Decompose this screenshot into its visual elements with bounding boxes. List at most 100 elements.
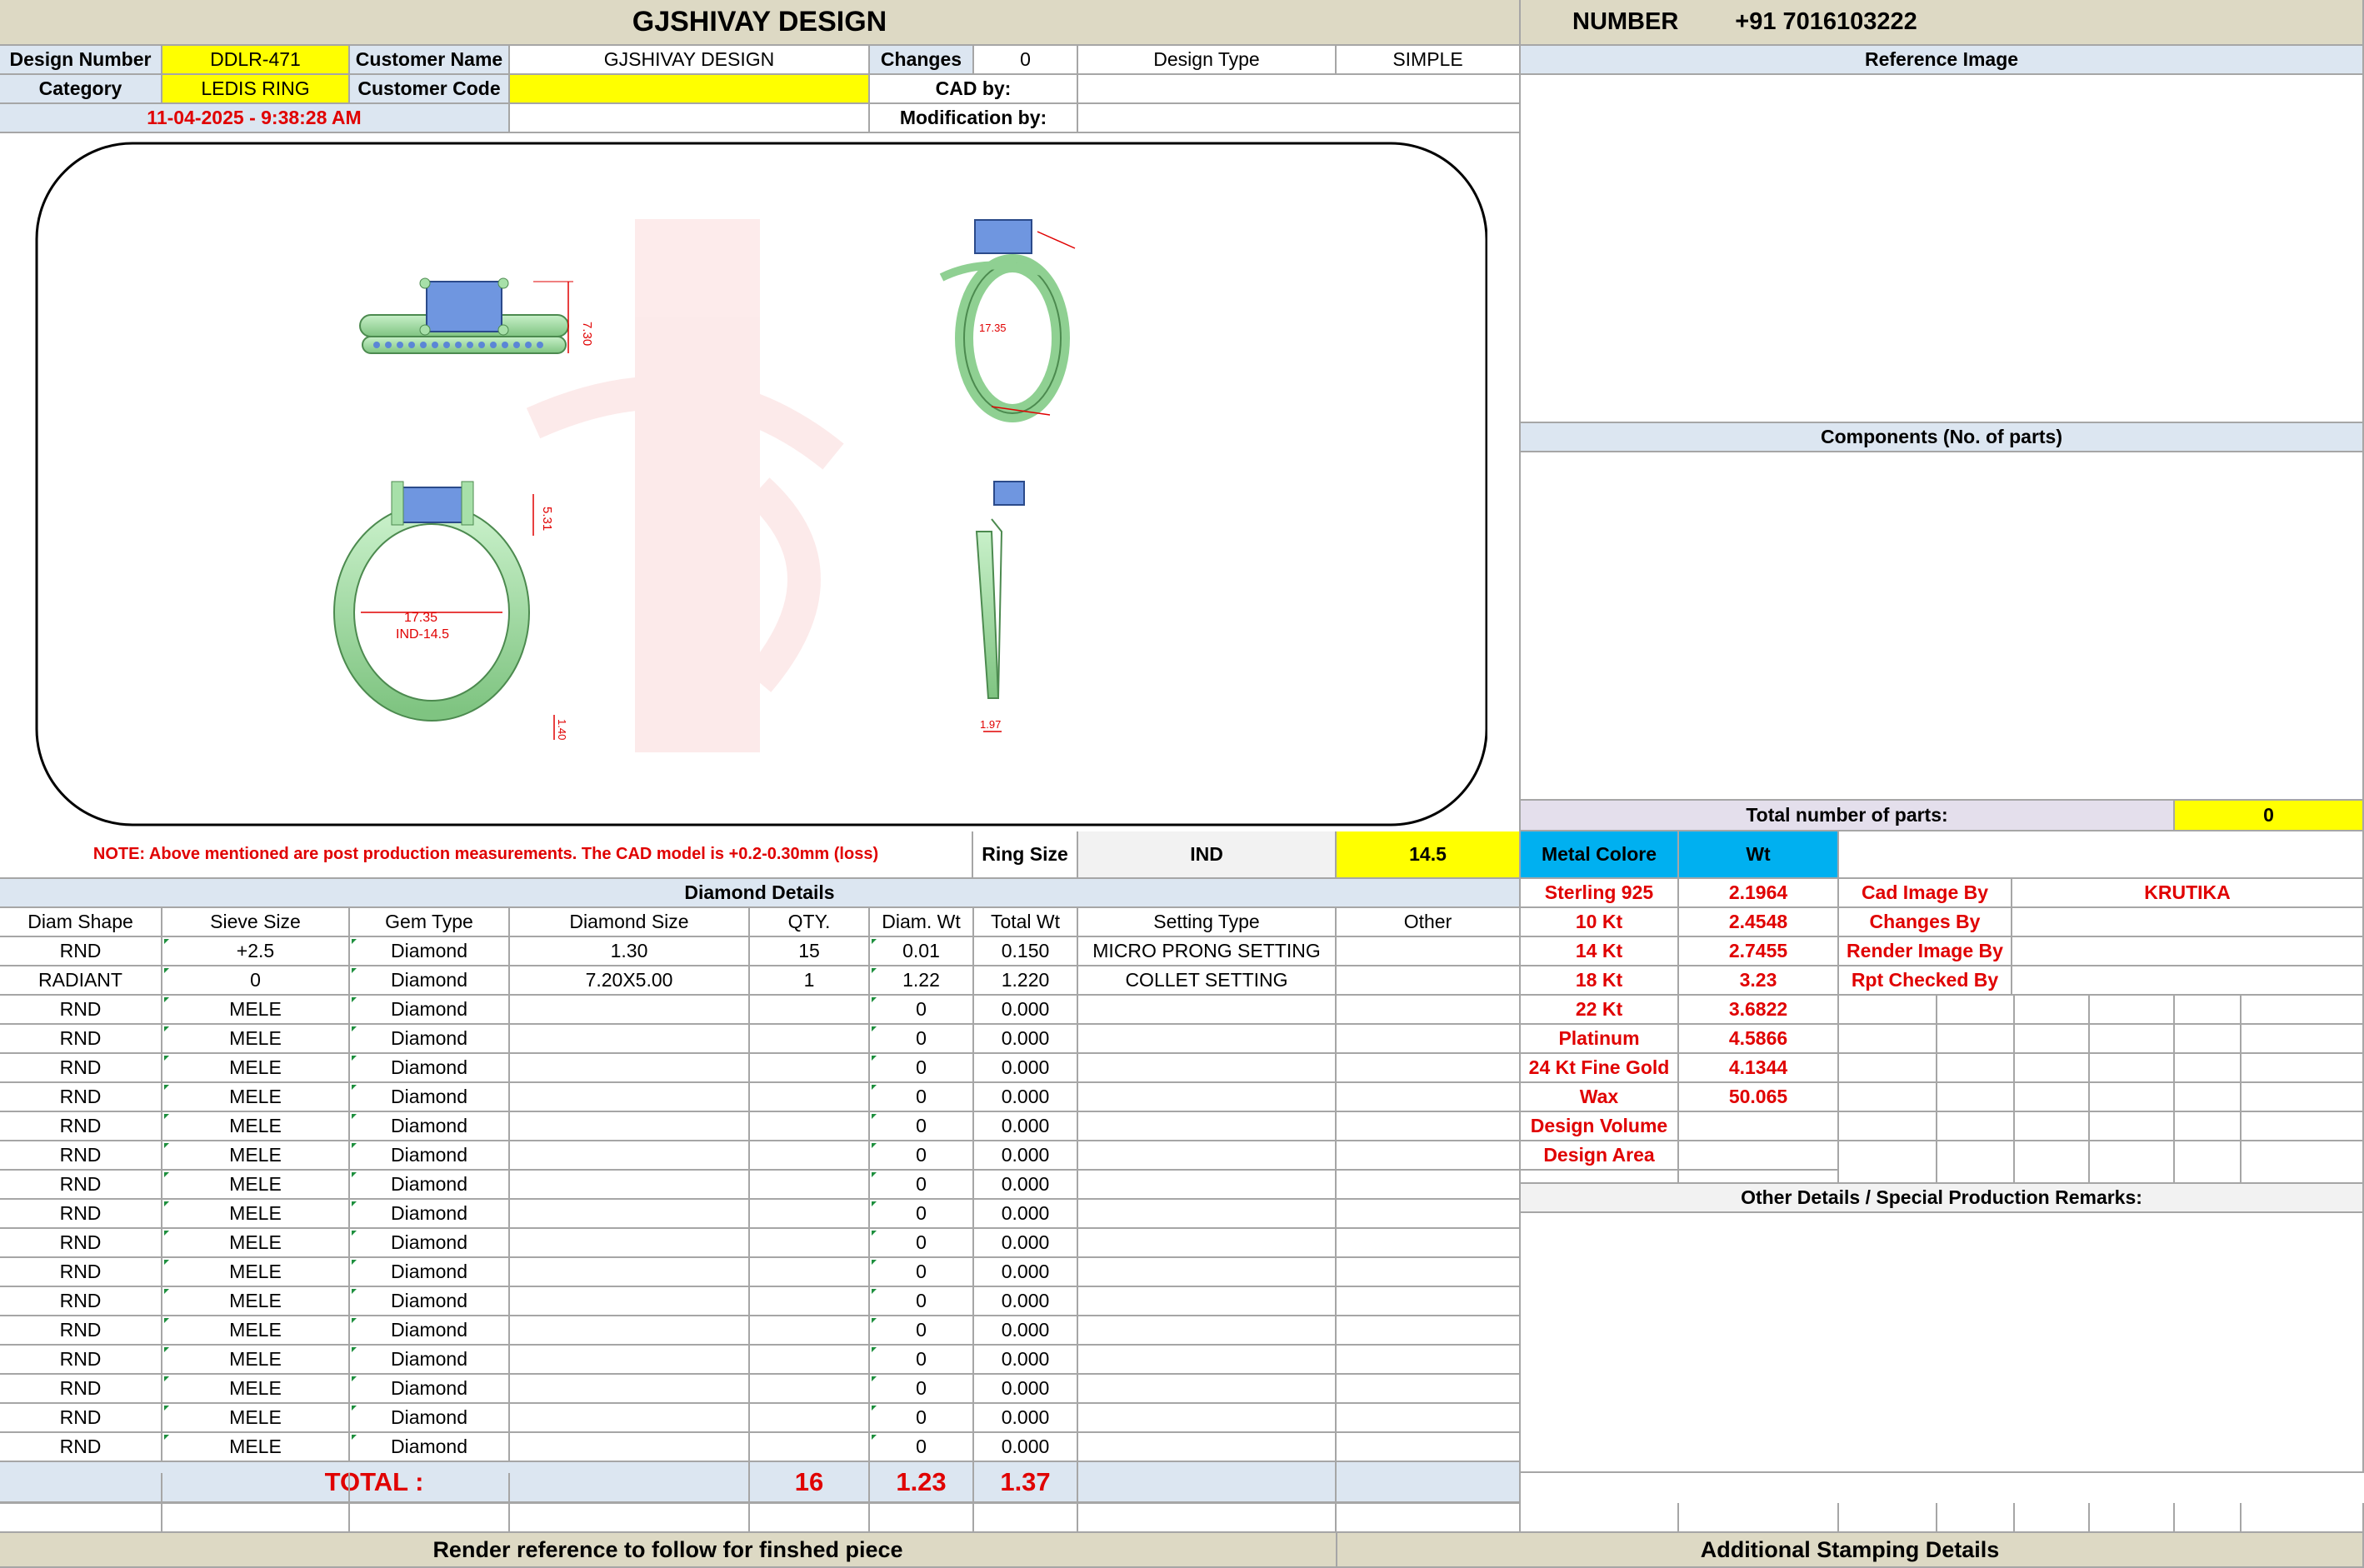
diamond-cell[interactable]: [1078, 1287, 1337, 1316]
grid-cell[interactable]: [1839, 1054, 1937, 1083]
diamond-cell[interactable]: [1078, 1200, 1337, 1229]
diamond-cell[interactable]: [750, 1316, 870, 1346]
diamond-cell[interactable]: 15: [750, 937, 870, 966]
diamond-cell[interactable]: [1078, 1025, 1337, 1054]
diamond-cell[interactable]: RND: [0, 1141, 162, 1171]
grid-cell[interactable]: [1839, 1112, 1937, 1141]
diamond-cell[interactable]: [510, 1346, 750, 1375]
diamond-cell[interactable]: [750, 1433, 870, 1462]
diamond-cell[interactable]: Diamond: [350, 1025, 510, 1054]
diamond-cell[interactable]: [510, 1025, 750, 1054]
diamond-cell[interactable]: RND: [0, 1171, 162, 1200]
diamond-cell[interactable]: MELE: [162, 1404, 350, 1433]
diamond-cell[interactable]: Diamond: [350, 1375, 510, 1404]
diamond-cell[interactable]: [510, 1141, 750, 1171]
diamond-cell[interactable]: 0: [870, 1287, 974, 1316]
grid-cell[interactable]: [2015, 1141, 2090, 1184]
diamond-cell[interactable]: 0: [870, 1404, 974, 1433]
grid-cell[interactable]: [1937, 1025, 2015, 1054]
diamond-cell[interactable]: [1337, 1200, 1521, 1229]
grid-cell[interactable]: [2175, 1141, 2242, 1184]
diamond-cell[interactable]: Diamond: [350, 1112, 510, 1141]
diamond-cell[interactable]: MELE: [162, 1316, 350, 1346]
diamond-cell[interactable]: [750, 1200, 870, 1229]
diamond-cell[interactable]: [1337, 1083, 1521, 1112]
diamond-cell[interactable]: 0.000: [974, 1229, 1078, 1258]
diamond-cell[interactable]: 0: [870, 1229, 974, 1258]
diamond-cell[interactable]: [1337, 1346, 1521, 1375]
diamond-cell[interactable]: [510, 1171, 750, 1200]
changes-value[interactable]: 0: [974, 46, 1078, 75]
metal-weight[interactable]: 4.5866: [1679, 1025, 1839, 1054]
modification-by-value[interactable]: [1078, 104, 1521, 133]
diamond-cell[interactable]: 0.000: [974, 1083, 1078, 1112]
diamond-cell[interactable]: [510, 1112, 750, 1141]
diamond-cell[interactable]: 0: [870, 996, 974, 1025]
metal-weight[interactable]: 2.1964: [1679, 879, 1839, 908]
metal-weight[interactable]: 3.6822: [1679, 996, 1839, 1025]
diamond-cell[interactable]: MELE: [162, 1258, 350, 1287]
diamond-cell[interactable]: MICRO PRONG SETTING: [1078, 937, 1337, 966]
diamond-cell[interactable]: 0: [870, 1054, 974, 1083]
diamond-cell[interactable]: [510, 1200, 750, 1229]
diamond-cell[interactable]: [750, 1346, 870, 1375]
design-number-value[interactable]: DDLR-471: [162, 46, 350, 75]
diamond-cell[interactable]: 0.01: [870, 937, 974, 966]
customer-code-value[interactable]: [510, 75, 870, 104]
diamond-cell[interactable]: 7.20X5.00: [510, 966, 750, 996]
diamond-cell[interactable]: [1337, 966, 1521, 996]
credit-value[interactable]: [2012, 937, 2364, 966]
diamond-cell[interactable]: [1337, 1433, 1521, 1462]
diamond-cell[interactable]: [1078, 1316, 1337, 1346]
diamond-cell[interactable]: [750, 1083, 870, 1112]
diamond-cell[interactable]: MELE: [162, 1171, 350, 1200]
diamond-cell[interactable]: MELE: [162, 1083, 350, 1112]
diamond-cell[interactable]: Diamond: [350, 1229, 510, 1258]
diamond-cell[interactable]: Diamond: [350, 937, 510, 966]
diamond-cell[interactable]: 1.22: [870, 966, 974, 996]
customer-name-value[interactable]: GJSHIVAY DESIGN: [510, 46, 870, 75]
diamond-cell[interactable]: [510, 1258, 750, 1287]
diamond-cell[interactable]: [1078, 1141, 1337, 1171]
grid-cell[interactable]: [1839, 996, 1937, 1025]
diamond-cell[interactable]: MELE: [162, 1433, 350, 1462]
diamond-cell[interactable]: [750, 1229, 870, 1258]
remarks-area[interactable]: [1521, 1213, 2364, 1473]
diamond-cell[interactable]: MELE: [162, 1200, 350, 1229]
grid-cell[interactable]: [2015, 996, 2090, 1025]
diamond-cell[interactable]: [1337, 1404, 1521, 1433]
diamond-cell[interactable]: [510, 1433, 750, 1462]
metal-weight[interactable]: 3.23: [1679, 966, 1839, 996]
diamond-cell[interactable]: 0.000: [974, 1287, 1078, 1316]
grid-cell[interactable]: [1937, 996, 2015, 1025]
design-type-value[interactable]: SIMPLE: [1337, 46, 1521, 75]
diamond-cell[interactable]: 0: [870, 1171, 974, 1200]
diamond-cell[interactable]: 0: [870, 1375, 974, 1404]
diamond-cell[interactable]: [510, 1404, 750, 1433]
diamond-cell[interactable]: RND: [0, 996, 162, 1025]
grid-cell[interactable]: [1937, 1083, 2015, 1112]
diamond-cell[interactable]: [750, 1404, 870, 1433]
diamond-cell[interactable]: [1337, 996, 1521, 1025]
diamond-cell[interactable]: [750, 1054, 870, 1083]
diamond-cell[interactable]: 0.000: [974, 1200, 1078, 1229]
grid-cell[interactable]: [1839, 1083, 1937, 1112]
diamond-cell[interactable]: 1.30: [510, 937, 750, 966]
diamond-cell[interactable]: [750, 1025, 870, 1054]
diamond-cell[interactable]: MELE: [162, 1229, 350, 1258]
diamond-cell[interactable]: 1.220: [974, 966, 1078, 996]
diamond-cell[interactable]: [1078, 1375, 1337, 1404]
diamond-cell[interactable]: MELE: [162, 1054, 350, 1083]
diamond-cell[interactable]: 0: [870, 1141, 974, 1171]
diamond-cell[interactable]: [1078, 1433, 1337, 1462]
diamond-cell[interactable]: 0: [870, 1433, 974, 1462]
diamond-cell[interactable]: RND: [0, 1316, 162, 1346]
cad-by-value[interactable]: [1078, 75, 1521, 104]
diamond-cell[interactable]: RND: [0, 1258, 162, 1287]
grid-cell[interactable]: [2090, 1112, 2175, 1141]
diamond-cell[interactable]: [510, 1083, 750, 1112]
diamond-cell[interactable]: [750, 1141, 870, 1171]
diamond-cell[interactable]: 0.000: [974, 1375, 1078, 1404]
diamond-cell[interactable]: RND: [0, 1433, 162, 1462]
diamond-cell[interactable]: RND: [0, 1083, 162, 1112]
